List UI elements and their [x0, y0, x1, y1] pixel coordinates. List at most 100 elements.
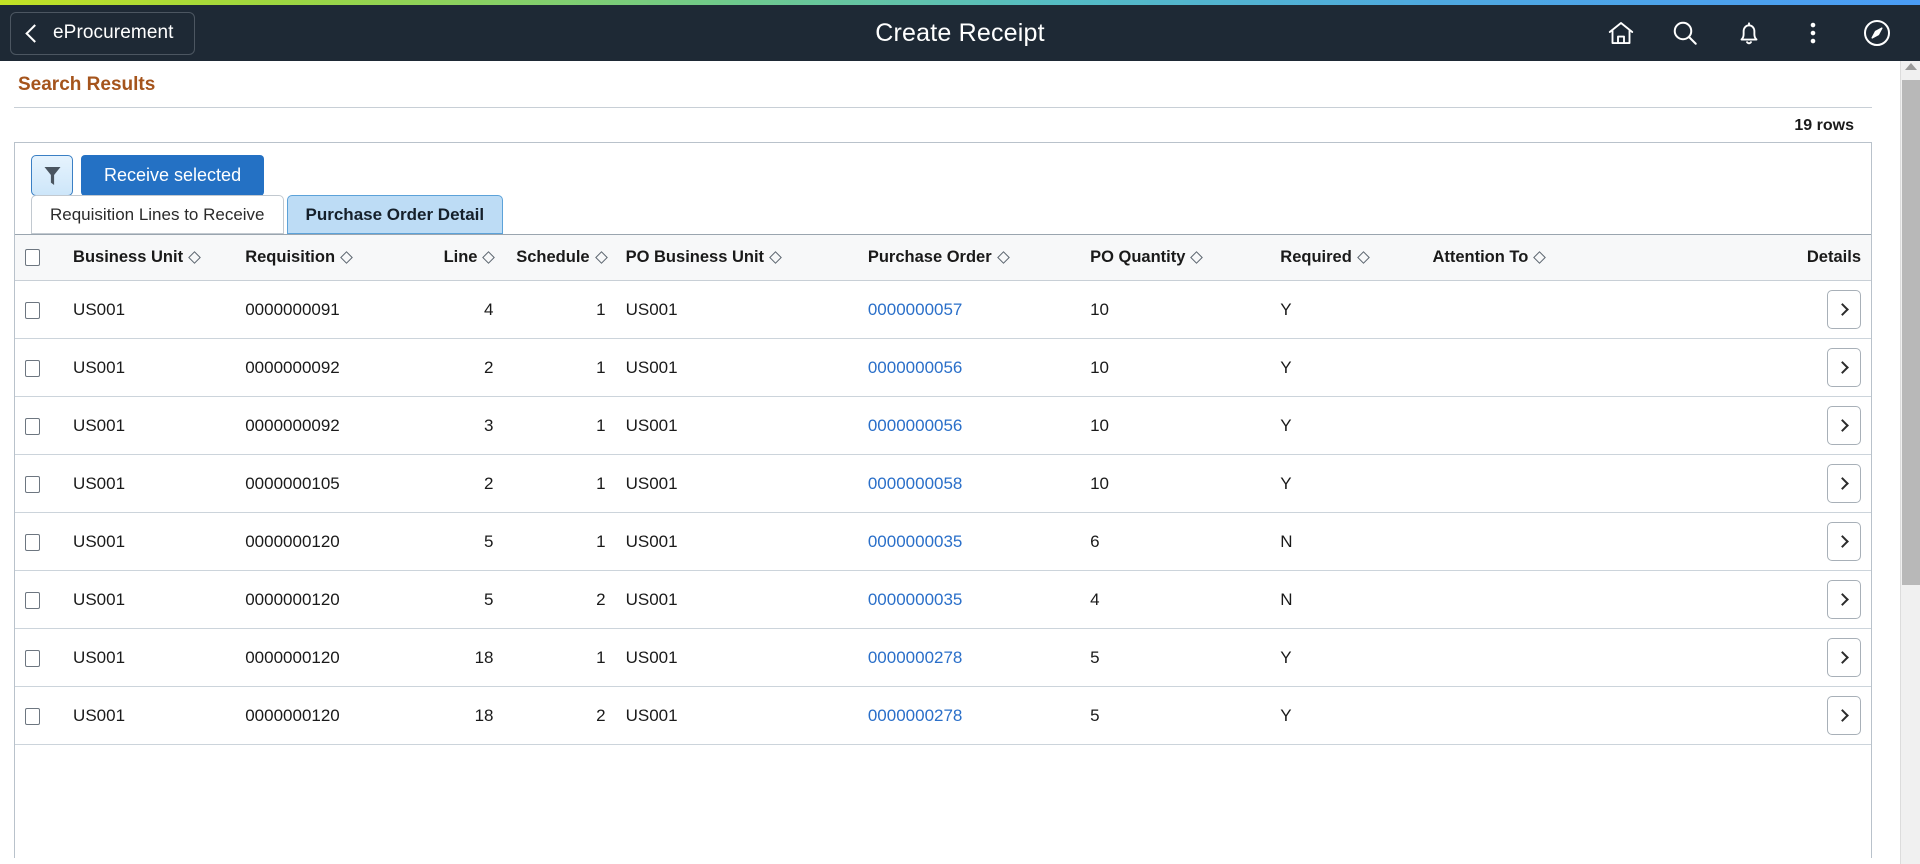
- cell-required-value: Y: [1280, 705, 1292, 725]
- sort-icon[interactable]: [1533, 251, 1547, 264]
- row-details-button[interactable]: [1827, 580, 1861, 619]
- tab-purchase-order-detail[interactable]: Purchase Order Detail: [286, 195, 504, 234]
- row-details-button[interactable]: [1827, 464, 1861, 503]
- filter-button[interactable]: [31, 155, 73, 196]
- purchase-order-link[interactable]: 0000000035: [868, 532, 963, 551]
- cell-po-business-unit: US001: [615, 396, 858, 455]
- row-select-checkbox[interactable]: [25, 533, 40, 551]
- table-row: US001 0000000120 5 2 US001 0000000035 4 N: [15, 570, 1871, 629]
- actions-menu-icon[interactable]: [1796, 16, 1830, 50]
- sort-icon[interactable]: [996, 251, 1010, 264]
- sort-icon[interactable]: [482, 251, 496, 264]
- purchase-order-link[interactable]: 0000000056: [868, 416, 963, 435]
- row-select-checkbox[interactable]: [25, 359, 40, 377]
- row-select-checkbox[interactable]: [25, 417, 40, 435]
- cell-attention-to: [1422, 512, 1683, 571]
- cell-requisition: 0000000120: [235, 570, 432, 629]
- cell-business-unit: US001: [63, 396, 236, 455]
- column-header-requisition[interactable]: Requisition: [235, 235, 431, 281]
- cell-po-quantity: 10: [1080, 454, 1271, 513]
- cell-purchase-order: 0000000056: [857, 396, 1081, 455]
- cell-requisition: 0000000120: [235, 512, 432, 571]
- cell-line: 5: [431, 570, 504, 629]
- cell-requisition-value: 0000000092: [245, 357, 340, 377]
- purchase-order-link[interactable]: 0000000035: [868, 590, 963, 609]
- cell-required-value: Y: [1280, 357, 1292, 377]
- scroll-up-arrow-icon[interactable]: [1904, 63, 1917, 70]
- sort-icon[interactable]: [188, 251, 201, 264]
- back-to-eprocurement-button[interactable]: eProcurement: [10, 11, 195, 55]
- column-header-required[interactable]: Required: [1270, 235, 1422, 281]
- search-icon[interactable]: [1668, 16, 1702, 50]
- column-header-attention-to[interactable]: Attention To: [1422, 235, 1682, 281]
- navigator-compass-icon[interactable]: [1860, 16, 1894, 50]
- row-details-button[interactable]: [1827, 348, 1861, 387]
- row-select-checkbox[interactable]: [25, 591, 40, 609]
- column-header-po-business-unit[interactable]: PO Business Unit: [616, 235, 858, 281]
- cell-select: [15, 628, 64, 687]
- cell-po-business-unit-value: US001: [625, 415, 678, 435]
- purchase-order-link[interactable]: 0000000278: [868, 706, 963, 725]
- row-details-button[interactable]: [1827, 638, 1861, 677]
- row-details-button[interactable]: [1827, 522, 1861, 561]
- column-header-schedule[interactable]: Schedule: [503, 235, 615, 281]
- table-row: US001 0000000091 4 1 US001 0000000057 10 Y: [15, 280, 1871, 339]
- cell-po-quantity-value: 10: [1090, 415, 1109, 435]
- column-label: Required: [1280, 248, 1352, 266]
- row-details-button[interactable]: [1827, 696, 1861, 735]
- purchase-order-link[interactable]: 0000000056: [868, 358, 963, 377]
- cell-line: 4: [431, 280, 504, 339]
- tab-requisition-lines-to-receive[interactable]: Requisition Lines to Receive: [31, 195, 284, 234]
- column-header-business-unit[interactable]: Business Unit: [63, 235, 235, 281]
- cell-business-unit-value: US001: [73, 299, 126, 319]
- column-header-po-quantity[interactable]: PO Quantity: [1080, 235, 1270, 281]
- cell-details: [1682, 512, 1871, 571]
- page-scrollbar[interactable]: [1900, 61, 1920, 864]
- row-select-checkbox[interactable]: [25, 707, 40, 725]
- scrollbar-thumb[interactable]: [1902, 80, 1920, 585]
- cell-schedule-value: 1: [596, 357, 606, 377]
- row-select-checkbox[interactable]: [25, 649, 40, 667]
- cell-po-business-unit-value: US001: [625, 531, 678, 551]
- cell-po-business-unit: US001: [615, 338, 858, 397]
- chevron-right-icon: [1836, 303, 1849, 316]
- cell-po-quantity: 6: [1080, 512, 1271, 571]
- sort-icon[interactable]: [769, 251, 782, 264]
- cell-requisition-value: 0000000120: [245, 705, 340, 725]
- cell-select: [15, 686, 64, 745]
- title-divider: [14, 107, 1872, 108]
- cell-business-unit: US001: [63, 454, 236, 513]
- results-grid: Receive selected Requisition Lines to Re…: [14, 142, 1872, 858]
- notifications-bell-icon[interactable]: [1732, 16, 1766, 50]
- cell-attention-to: [1422, 570, 1683, 629]
- cell-po-business-unit: US001: [615, 628, 858, 687]
- cell-po-quantity-value: 5: [1090, 705, 1100, 725]
- cell-po-business-unit-value: US001: [625, 299, 678, 319]
- table-body: US001 0000000091 4 1 US001 0000000057 10 Y US001…: [15, 280, 1871, 745]
- cell-required: Y: [1270, 396, 1423, 455]
- cell-po-business-unit: US001: [615, 686, 858, 745]
- cell-business-unit: US001: [63, 338, 236, 397]
- cell-requisition-value: 0000000091: [245, 299, 340, 319]
- sort-icon[interactable]: [1356, 251, 1370, 264]
- chevron-right-icon: [1836, 361, 1849, 374]
- column-header-line[interactable]: Line: [431, 235, 503, 281]
- sort-icon[interactable]: [340, 251, 353, 264]
- row-details-button[interactable]: [1827, 406, 1861, 445]
- chevron-left-icon: [25, 23, 44, 43]
- sort-icon[interactable]: [1190, 251, 1204, 264]
- row-select-checkbox[interactable]: [25, 475, 40, 493]
- purchase-order-link[interactable]: 0000000057: [868, 300, 963, 319]
- sort-icon[interactable]: [594, 251, 608, 264]
- home-icon[interactable]: [1604, 16, 1638, 50]
- row-select-checkbox[interactable]: [25, 301, 40, 319]
- purchase-order-link[interactable]: 0000000058: [868, 474, 963, 493]
- select-all-checkbox[interactable]: [25, 249, 40, 267]
- cell-po-business-unit: US001: [615, 280, 858, 339]
- receive-selected-button[interactable]: Receive selected: [81, 155, 265, 196]
- cell-purchase-order: 0000000035: [857, 512, 1081, 571]
- purchase-order-link[interactable]: 0000000278: [868, 648, 963, 667]
- cell-line: 18: [431, 686, 504, 745]
- row-details-button[interactable]: [1827, 290, 1861, 329]
- column-header-purchase-order[interactable]: Purchase Order: [858, 235, 1080, 281]
